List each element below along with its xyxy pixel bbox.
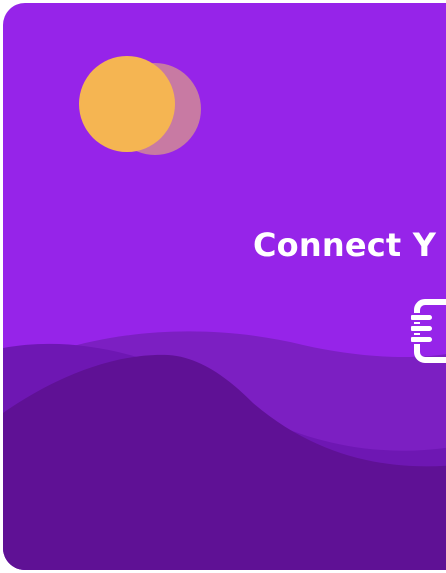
sun-icon — [79, 56, 175, 152]
headline: Connect Y — [253, 226, 437, 264]
landscape-illustration — [3, 56, 446, 570]
hand-icon — [411, 299, 446, 363]
page: Connect Y — [0, 0, 446, 573]
hero-card: Connect Y — [3, 3, 446, 570]
